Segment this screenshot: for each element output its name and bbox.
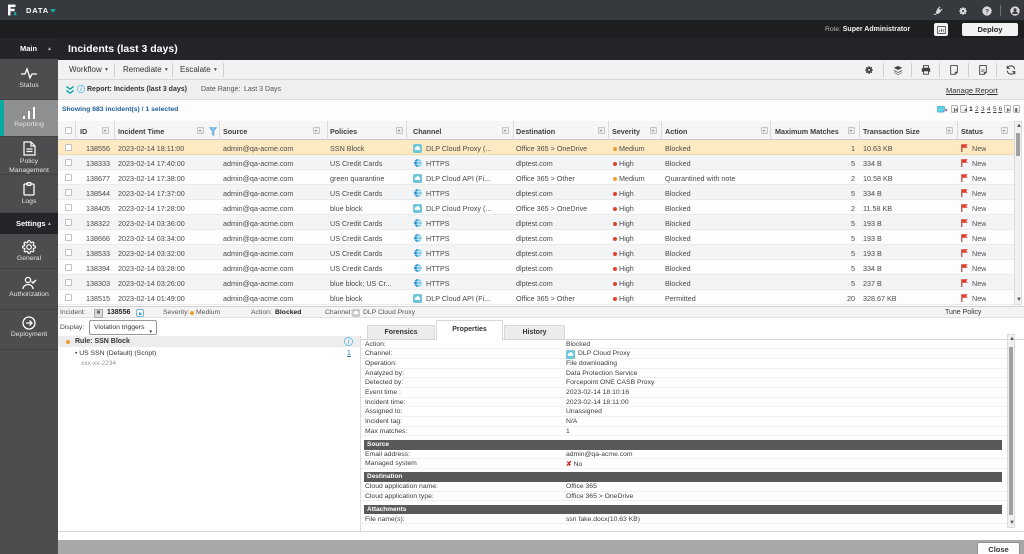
svg-text:i: i xyxy=(80,87,82,93)
svg-text:?: ? xyxy=(985,8,989,15)
svg-text:i: i xyxy=(348,339,350,346)
